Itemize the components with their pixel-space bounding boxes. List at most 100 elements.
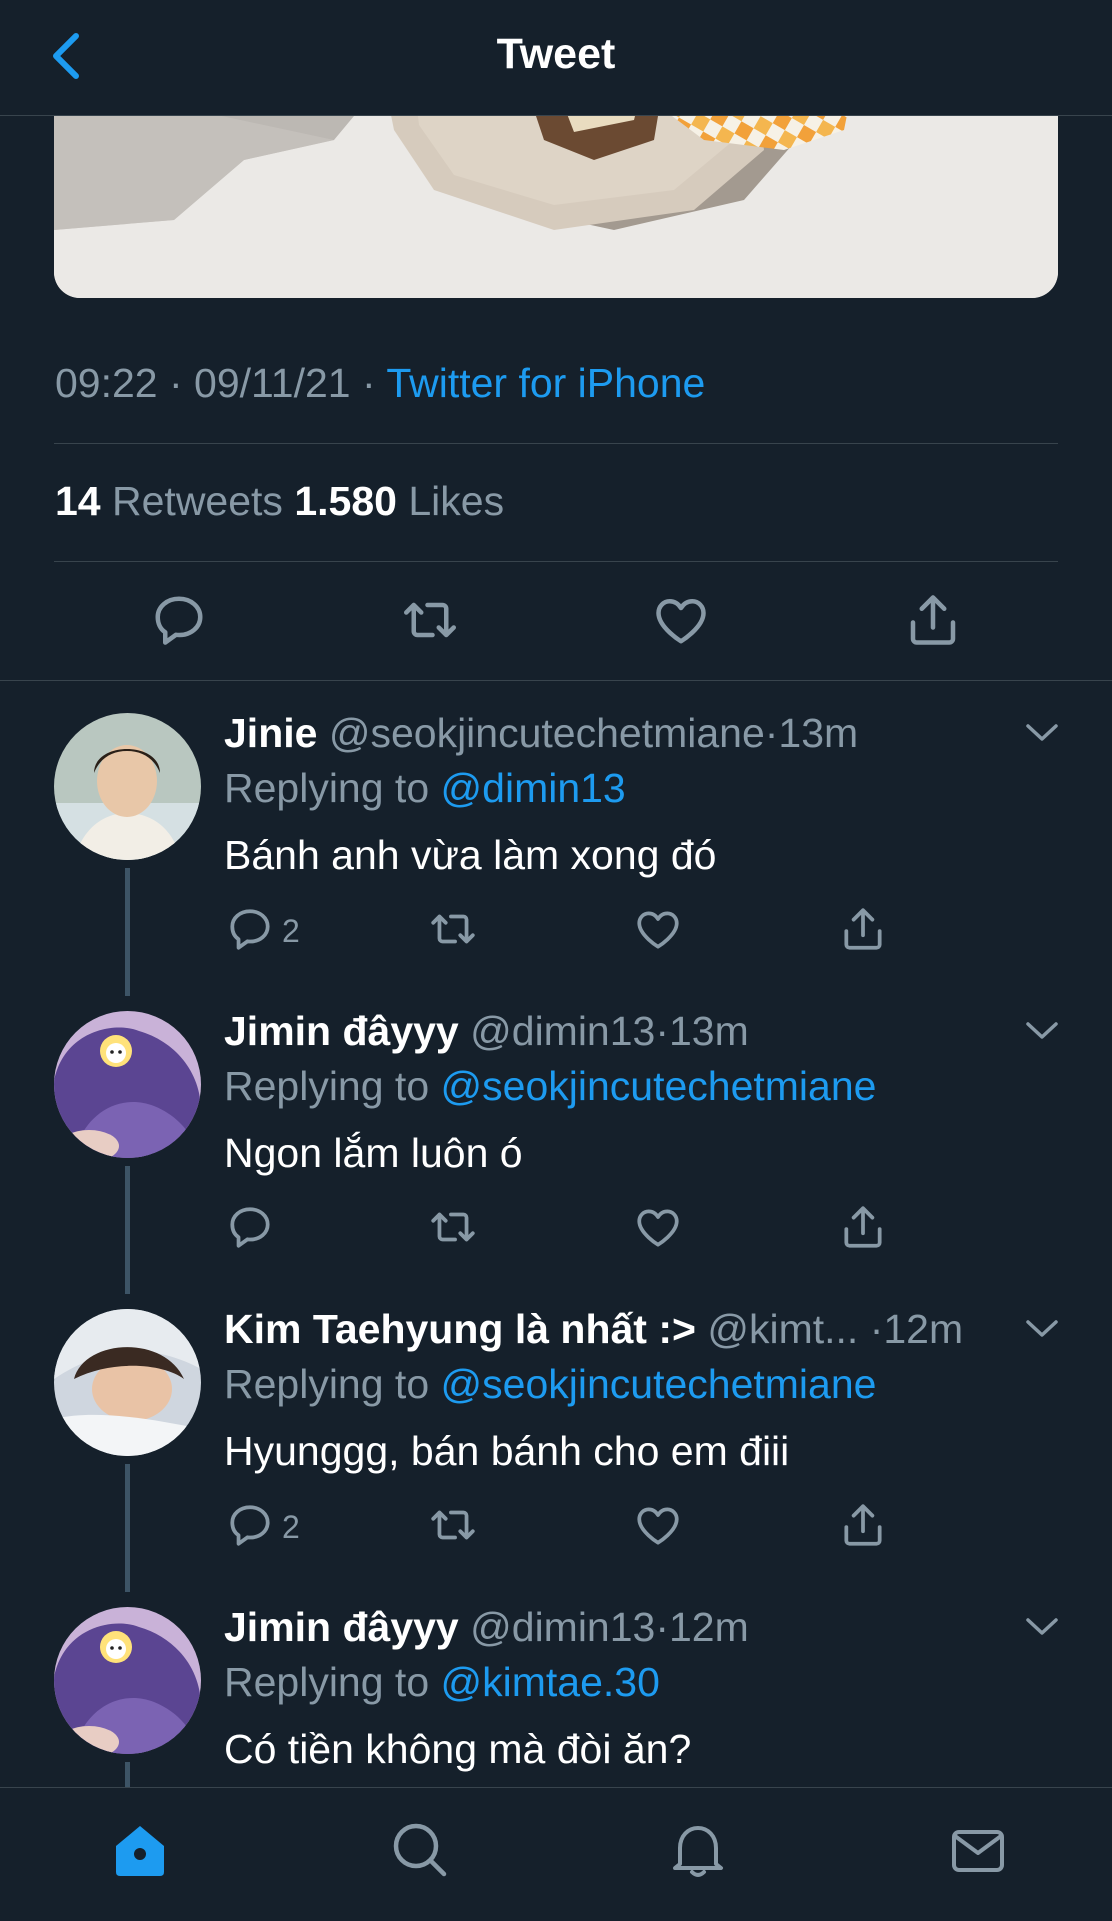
replying-to-label: Replying to [224, 1063, 430, 1109]
divider [54, 561, 1058, 562]
likes-count[interactable]: 1.580 [294, 478, 397, 524]
thread-connector [125, 1166, 130, 1294]
more-options-button[interactable] [1022, 1313, 1062, 1343]
avatar[interactable] [54, 713, 201, 860]
reply-text: Ngon lắm luôn ó [224, 1130, 523, 1176]
separator: · [350, 360, 387, 406]
more-options-button[interactable] [1022, 717, 1062, 747]
avatar-photo [54, 713, 201, 860]
reply-text: Bánh anh vừa làm xong đó [224, 832, 717, 878]
like-button[interactable] [633, 1202, 683, 1252]
reply-icon [230, 1505, 270, 1546]
reply-count: 2 [282, 913, 300, 949]
divider [54, 443, 1058, 444]
divider [0, 680, 1112, 681]
reply-button[interactable] [225, 904, 275, 954]
retweets-label[interactable]: Retweets [112, 478, 283, 524]
share-icon [844, 1206, 882, 1248]
share-button[interactable] [838, 1500, 888, 1550]
more-options-button[interactable] [1022, 1611, 1062, 1641]
bottom-tab-bar [0, 1787, 1112, 1921]
avatar-photo [54, 1011, 201, 1158]
retweet-button[interactable] [428, 904, 478, 954]
retweet-icon [404, 602, 456, 638]
avatar[interactable] [54, 1607, 201, 1754]
share-button[interactable] [838, 1202, 888, 1252]
reply-text: Có tiền không mà đòi ăn? [224, 1726, 692, 1772]
tweet-source-link[interactable]: Twitter for iPhone [386, 360, 705, 406]
chevron-down-icon [1026, 1022, 1058, 1039]
replying-to-line: Replying to @dimin13 [224, 765, 626, 812]
replying-to-line: Replying to @kimtae.30 [224, 1659, 660, 1706]
share-button[interactable] [903, 590, 963, 650]
tab-notifications[interactable] [666, 1818, 730, 1882]
dot-separator: · [655, 1008, 669, 1054]
retweet-button[interactable] [428, 1500, 478, 1550]
tab-search[interactable] [388, 1818, 452, 1882]
mention-link[interactable]: @dimin13 [441, 765, 626, 811]
notifications-icon [673, 1826, 723, 1877]
share-icon [844, 1504, 882, 1546]
user-handle[interactable]: @kimt... [707, 1306, 858, 1352]
like-button[interactable] [651, 590, 711, 650]
like-icon [656, 599, 706, 644]
tab-messages[interactable] [946, 1818, 1010, 1882]
share-icon [844, 908, 882, 950]
retweet-icon [431, 914, 475, 944]
dot-separator: · [764, 710, 779, 756]
chevron-down-icon [1026, 1320, 1058, 1337]
retweet-button[interactable] [400, 590, 460, 650]
mention-link[interactable]: @seokjincutechetmiane [441, 1361, 877, 1407]
reply-header: Jimin đâyyy @dimin13·13m [224, 1008, 749, 1055]
reply-time: 12m [669, 1604, 749, 1650]
display-name[interactable]: Jimin đâyyy [224, 1604, 459, 1650]
tab-home[interactable] [108, 1818, 172, 1882]
tweet-date: 09/11/21 [194, 360, 351, 406]
chevron-down-icon [1026, 724, 1058, 741]
reply-icon [155, 596, 203, 645]
reply-count: 2 [282, 1509, 300, 1545]
tweet-timestamp: 09:22 · 09/11/21 · Twitter for iPhone [55, 360, 705, 407]
dot-separator: · [869, 1306, 884, 1352]
more-options-button[interactable] [1022, 1015, 1062, 1045]
like-icon [637, 911, 679, 949]
tweet-time: 09:22 [55, 360, 158, 406]
chevron-down-icon [1026, 1618, 1058, 1635]
top-navigation-bar: Tweet [0, 0, 1112, 116]
share-icon [910, 595, 956, 645]
reply-header: Jinie @seokjincutechetmiane·13m [224, 710, 858, 757]
reply-time: 12m [883, 1306, 964, 1352]
display-name[interactable]: Kim Taehyung là nhất :> [224, 1306, 696, 1352]
like-button[interactable] [633, 1500, 683, 1550]
likes-label[interactable]: Likes [408, 478, 504, 524]
display-name[interactable]: Jimin đâyyy [224, 1008, 459, 1054]
retweet-button[interactable] [428, 1202, 478, 1252]
user-handle[interactable]: @seokjincutechetmiane [329, 710, 765, 756]
thread-connector [125, 1464, 130, 1592]
avatar[interactable] [54, 1309, 201, 1456]
display-name[interactable]: Jinie [224, 710, 317, 756]
mention-link[interactable]: @kimtae.30 [441, 1659, 660, 1705]
home-icon [116, 1826, 164, 1876]
avatar-photo [54, 1607, 201, 1754]
user-handle[interactable]: @dimin13 [470, 1604, 655, 1650]
user-handle[interactable]: @dimin13 [470, 1008, 655, 1054]
mention-link[interactable]: @seokjincutechetmiane [441, 1063, 877, 1109]
like-button[interactable] [633, 904, 683, 954]
avatar-photo [54, 1309, 201, 1456]
dot-separator: · [655, 1604, 669, 1650]
replying-to-label: Replying to [224, 1361, 430, 1407]
avatar[interactable] [54, 1011, 201, 1158]
replying-to-line: Replying to @seokjincutechetmiane [224, 1063, 876, 1110]
thread-connector [125, 868, 130, 996]
share-button[interactable] [838, 904, 888, 954]
reply-time: 13m [778, 710, 859, 756]
reply-button[interactable] [225, 1202, 275, 1252]
search-icon [393, 1823, 447, 1877]
replying-to-line: Replying to @seokjincutechetmiane [224, 1361, 876, 1408]
retweets-count[interactable]: 14 [55, 478, 101, 524]
reply-button[interactable] [225, 1500, 275, 1550]
tweet-stats: 14 Retweets 1.580 Likes [55, 478, 504, 525]
reply-button[interactable] [149, 590, 209, 650]
reply-icon [230, 909, 270, 950]
